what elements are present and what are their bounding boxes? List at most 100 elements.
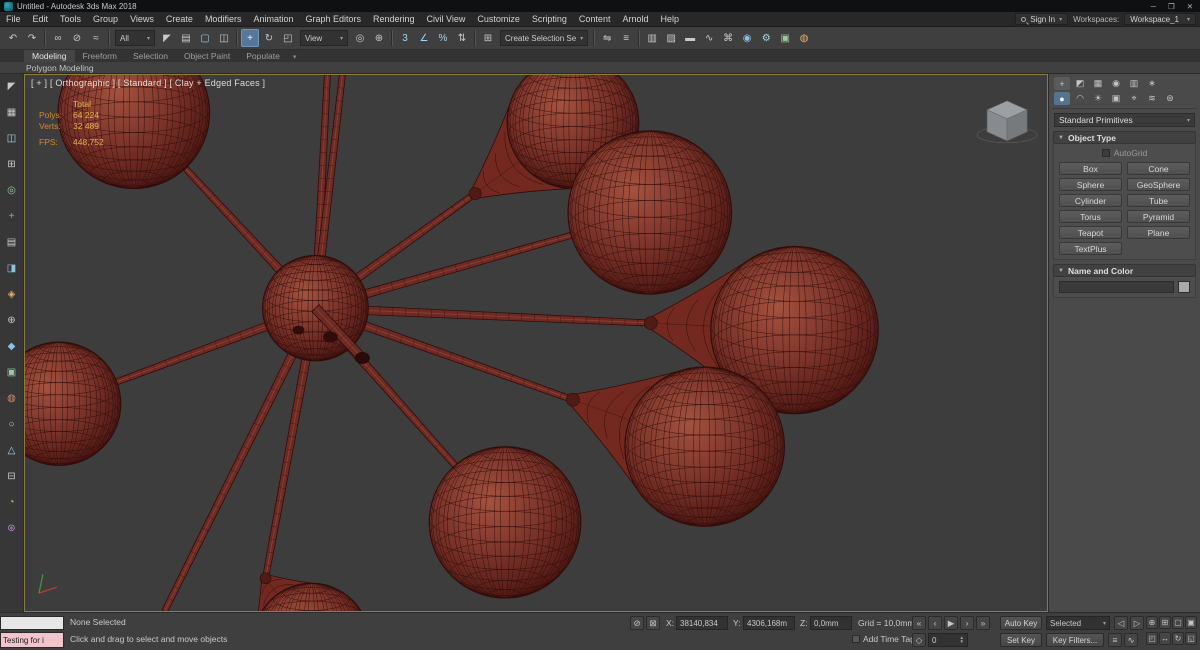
plane-button[interactable]: Plane [1127,226,1190,239]
bind-to-space-warp-icon[interactable]: ≈ [87,29,105,47]
viewport[interactable]: [ + ] [ Orthographic ] [ Standard ] [ Cl… [24,74,1048,612]
align-icon[interactable]: ≡ [617,29,635,47]
render-setup-icon[interactable]: ⚙ [757,29,775,47]
display-tab-icon[interactable]: ▥ [1126,77,1142,90]
left-tool-ring-icon[interactable]: ○ [3,416,20,433]
angle-snap-icon[interactable]: ∠ [415,29,433,47]
material-editor-icon[interactable]: ◉ [738,29,756,47]
menu-scripting[interactable]: Scripting [526,13,573,25]
torus-button[interactable]: Torus [1059,210,1122,223]
zoom-region-icon[interactable]: ◰ [1146,632,1158,645]
select-by-name-icon[interactable]: ▤ [177,29,195,47]
menu-civil-view[interactable]: Civil View [421,13,472,25]
ribbon-tab-freeform[interactable]: Freeform [75,50,125,62]
schematic-view-icon[interactable]: ⌘ [719,29,737,47]
cameras-category-icon[interactable]: ▣ [1108,92,1124,105]
menu-content[interactable]: Content [573,13,617,25]
teapot-button[interactable]: Teapot [1059,226,1122,239]
object-name-input[interactable] [1059,281,1174,293]
add-time-tag[interactable]: Add Time Tag [852,634,915,644]
box-button[interactable]: Box [1059,162,1122,175]
motion-tab-icon[interactable]: ◉ [1108,77,1124,90]
named-selection-sets-icon[interactable]: ⊞ [479,29,497,47]
isolate-selection-toggle[interactable]: ⊘ [630,616,644,630]
lights-category-icon[interactable]: ☀ [1090,92,1106,105]
pan-icon[interactable]: ↔ [1159,632,1171,645]
ribbon-toggle-icon[interactable]: ▬ [681,29,699,47]
select-and-move-icon[interactable]: + [241,29,259,47]
ribbon-tab-populate[interactable]: Populate [238,50,288,62]
spinner-snap-icon[interactable]: ⇅ [453,29,471,47]
menu-file[interactable]: File [0,13,27,25]
menu-graph-editors[interactable]: Graph Editors [299,13,367,25]
mirror-icon[interactable]: ⇋ [598,29,616,47]
tube-button[interactable]: Tube [1127,194,1190,207]
left-tool-quarter-icon[interactable]: ◔ [3,494,20,511]
play-animation-button[interactable]: ▶ [944,616,958,630]
left-tool-grid-icon[interactable]: ▦ [3,104,20,121]
left-tool-frame-icon[interactable]: ▣ [3,364,20,381]
left-tool-minus-icon[interactable]: ⊟ [3,468,20,485]
polygon-modeling-panel-button[interactable]: Polygon Modeling [26,63,94,73]
left-tool-add-icon[interactable]: + [3,208,20,225]
left-tool-target-icon[interactable]: ⊕ [3,312,20,329]
key-mode-toggle[interactable]: ◇ [912,633,926,647]
textplus-button[interactable]: TextPlus [1059,242,1122,255]
zoom-extents-icon[interactable]: ▢ [1172,616,1184,629]
zoom-extents-all-icon[interactable]: ▣ [1185,616,1197,629]
autogrid-toggle[interactable]: AutoGrid [1059,148,1190,158]
menu-rendering[interactable]: Rendering [367,13,421,25]
rendered-frame-icon[interactable]: ▣ [776,29,794,47]
set-key-button[interactable]: Set Key [1000,633,1042,647]
select-and-link-icon[interactable]: ∞ [49,29,67,47]
y-coordinate-field[interactable]: 4306,168m [743,616,795,630]
menu-group[interactable]: Group [87,13,124,25]
select-and-manipulate-icon[interactable]: ⊕ [370,29,388,47]
time-configuration-button[interactable]: ≡ [1108,633,1122,647]
x-coordinate-field[interactable]: 38140,834 [676,616,728,630]
ribbon-overflow-icon[interactable]: ▾ [288,52,302,62]
redo-icon[interactable]: ↷ [23,29,41,47]
hierarchy-tab-icon[interactable]: ▦ [1090,77,1106,90]
modify-tab-icon[interactable]: ◩ [1072,77,1088,90]
sign-in-button[interactable]: Sign In ▾ [1015,13,1069,25]
geosphere-button[interactable]: GeoSphere [1127,178,1190,191]
create-tab-icon[interactable]: + [1054,77,1070,90]
left-tool-half-icon[interactable]: ◨ [3,260,20,277]
window-crossing-icon[interactable]: ◫ [215,29,233,47]
left-tool-sets-icon[interactable]: ⊞ [3,156,20,173]
key-filters-button[interactable]: Key Filters... [1046,633,1104,647]
pyramid-button[interactable]: Pyramid [1127,210,1190,223]
scene-explorer-icon[interactable]: ▥ [643,29,661,47]
name-and-color-rollout-header[interactable]: ▼ Name and Color [1053,264,1196,277]
selection-filter-dropdown[interactable]: All ▾ [115,30,155,46]
reference-coordinate-dropdown[interactable]: View ▾ [300,30,348,46]
menu-animation[interactable]: Animation [247,13,299,25]
space-warps-category-icon[interactable]: ≋ [1144,92,1160,105]
left-tool-list-icon[interactable]: ▤ [3,234,20,251]
ribbon-tab-modeling[interactable]: Modeling [24,50,75,62]
menu-help[interactable]: Help [654,13,685,25]
menu-arnold[interactable]: Arnold [616,13,654,25]
ribbon-tab-selection[interactable]: Selection [125,50,176,62]
layer-explorer-icon[interactable]: ▨ [662,29,680,47]
select-object-icon[interactable]: ◤ [158,29,176,47]
ribbon-tab-object-paint[interactable]: Object Paint [176,50,238,62]
key-selection-dropdown[interactable]: Selected ▾ [1046,616,1110,630]
maxscript-macro-recorder-line[interactable] [0,616,64,630]
left-tool-spin-icon[interactable]: ⊛ [3,520,20,537]
systems-category-icon[interactable]: ⊛ [1162,92,1178,105]
create-selection-set-dropdown[interactable]: Create Selection Se ▾ [500,30,589,46]
auto-key-button[interactable]: Auto Key [1000,616,1042,630]
workspace-dropdown[interactable]: Workspace_1 ▾ [1124,13,1196,25]
sphere-button[interactable]: Sphere [1059,178,1122,191]
go-to-start-button[interactable]: « [912,616,926,630]
menu-tools[interactable]: Tools [54,13,87,25]
left-tool-sphere-icon[interactable]: ◍ [3,390,20,407]
menu-modifiers[interactable]: Modifiers [199,13,248,25]
left-tool-select-icon[interactable]: ◤ [3,78,20,95]
frame-spinner[interactable]: ▲ ▼ [960,635,964,644]
geometry-category-icon[interactable]: ● [1054,92,1070,105]
utilities-tab-icon[interactable]: ∗ [1144,77,1160,90]
primitives-category-dropdown[interactable]: Standard Primitives ▾ [1054,113,1195,127]
